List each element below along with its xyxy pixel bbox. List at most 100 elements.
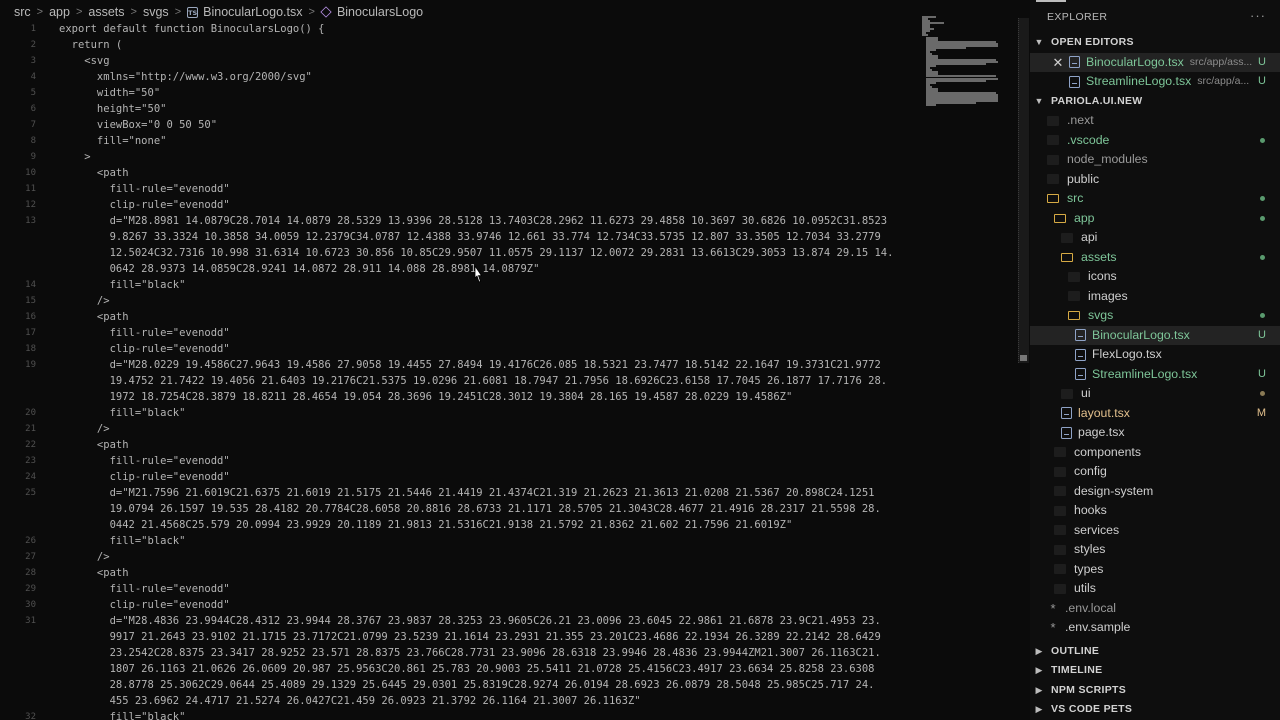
code-line[interactable]: 17 fill-rule="evenodd": [0, 325, 910, 341]
tree-folder-item[interactable]: utils: [1030, 579, 1280, 599]
code-line[interactable]: 19 d="M28.0229 19.4586C27.9643 19.4586 2…: [0, 357, 910, 373]
tree-folder-item[interactable]: assets: [1030, 248, 1280, 268]
tree-folder-item[interactable]: svgs: [1030, 306, 1280, 326]
code-line[interactable]: 30 clip-rule="evenodd": [0, 597, 910, 613]
breadcrumb-item-file[interactable]: BinocularLogo.tsx: [203, 5, 302, 19]
code-line[interactable]: 23.2542C28.8375 23.3417 28.9252 23.571 2…: [0, 645, 910, 661]
project-header[interactable]: ▼ PARIOLA.UI.NEW: [1030, 92, 1280, 112]
tree-folder-item[interactable]: hooks: [1030, 501, 1280, 521]
code-line[interactable]: 3 <svg: [0, 53, 910, 69]
tree-folder-item[interactable]: components: [1030, 443, 1280, 463]
tree-folder-item[interactable]: .next: [1030, 111, 1280, 131]
code-line[interactable]: 23 fill-rule="evenodd": [0, 453, 910, 469]
code-line[interactable]: 15 />: [0, 293, 910, 309]
more-actions-icon[interactable]: ···: [1250, 8, 1266, 23]
breadcrumb-item-assets[interactable]: assets: [88, 5, 124, 19]
code-text: 0442 21.4568C25.579 20.0994 23.9929 20.1…: [59, 518, 793, 531]
code-text: width="50": [59, 86, 161, 99]
code-line[interactable]: 1 export default function BinocularsLogo(…: [0, 21, 910, 37]
code-line[interactable]: 14 fill="black": [0, 277, 910, 293]
tree-folder-item[interactable]: icons: [1030, 267, 1280, 287]
tree-folder-item[interactable]: types: [1030, 560, 1280, 580]
code-line[interactable]: 1807 26.1163 21.0626 26.0609 20.987 25.9…: [0, 661, 910, 677]
code-line[interactable]: 5 width="50": [0, 85, 910, 101]
section-header-vs-code-pets[interactable]: ▶ VS CODE PETS: [1030, 700, 1280, 720]
code-line[interactable]: 12 clip-rule="evenodd": [0, 197, 910, 213]
code-line[interactable]: 20 fill="black": [0, 405, 910, 421]
tree-folder-item[interactable]: design-system: [1030, 482, 1280, 502]
code-text: 19.4752 21.7422 19.4056 21.6403 19.2176C…: [59, 374, 888, 387]
code-line[interactable]: 16 <path: [0, 309, 910, 325]
tree-file-item[interactable]: FlexLogo.tsx: [1030, 345, 1280, 365]
code-text: 9917 21.2643 23.9102 21.1715 23.7172C21.…: [59, 630, 881, 643]
tree-folder-item[interactable]: app: [1030, 209, 1280, 229]
section-header-outline[interactable]: ▶ OUTLINE: [1030, 642, 1280, 662]
code-line[interactable]: 9917 21.2643 23.9102 21.1715 23.7172C21.…: [0, 629, 910, 645]
tree-file-item[interactable]: page.tsx: [1030, 423, 1280, 443]
code-line[interactable]: 29 fill-rule="evenodd": [0, 581, 910, 597]
code-line[interactable]: 28 <path: [0, 565, 910, 581]
tree-folder-item[interactable]: services: [1030, 521, 1280, 541]
tree-folder-item[interactable]: config: [1030, 462, 1280, 482]
code-line[interactable]: 4 xmlns="http://www.w3.org/2000/svg": [0, 69, 910, 85]
code-area[interactable]: 1 export default function BinocularsLogo(…: [0, 21, 910, 720]
tree-file-item[interactable]: BinocularLogo.tsx U: [1030, 325, 1280, 345]
code-line[interactable]: 1972 18.7254C28.3879 18.8211 28.4654 19.…: [0, 389, 910, 405]
code-line[interactable]: 8 fill="none": [0, 133, 910, 149]
code-line[interactable]: 0642 28.9373 14.0859C28.9241 14.0872 28.…: [0, 261, 910, 277]
tree-folder-item[interactable]: ui: [1030, 384, 1280, 404]
code-line[interactable]: 28.8778 25.3062C29.0644 25.4089 29.1329 …: [0, 677, 910, 693]
section-header-timeline[interactable]: ▶ TIMELINE: [1030, 661, 1280, 681]
code-line[interactable]: 24 clip-rule="evenodd": [0, 469, 910, 485]
open-editor-binocular[interactable]: ✕ BinocularLogo.tsx src/app/ass... U: [1030, 52, 1280, 73]
tree-file-item[interactable]: StreamlineLogo.tsx U: [1030, 365, 1280, 385]
tree-folder-item[interactable]: src: [1030, 189, 1280, 209]
code-line[interactable]: 455 23.6962 24.4717 21.5274 26.0427C21.4…: [0, 693, 910, 709]
scrollbar-grip[interactable]: [1020, 355, 1027, 361]
code-line[interactable]: 11 fill-rule="evenodd": [0, 181, 910, 197]
minimap[interactable]: [920, 16, 1020, 108]
code-line[interactable]: 19.0794 26.1597 19.535 28.4182 20.7784C2…: [0, 501, 910, 517]
code-line[interactable]: 31 d="M28.4836 23.9944C28.4312 23.9944 2…: [0, 613, 910, 629]
code-line[interactable]: 22 <path: [0, 437, 910, 453]
breadcrumb-item-symbol[interactable]: BinocularsLogo: [337, 5, 423, 19]
tree-file-item[interactable]: * .env.local: [1030, 599, 1280, 619]
code-line[interactable]: 25 d="M21.7596 21.6019C21.6375 21.6019 2…: [0, 485, 910, 501]
code-line[interactable]: 12.5024C32.7316 10.998 31.6314 10.6723 3…: [0, 245, 910, 261]
tree-folder-item[interactable]: api: [1030, 228, 1280, 248]
code-line[interactable]: 6 height="50": [0, 101, 910, 117]
tree-folder-item[interactable]: .vscode: [1030, 131, 1280, 151]
close-icon[interactable]: ✕: [1052, 53, 1064, 73]
tree-folder-item[interactable]: styles: [1030, 540, 1280, 560]
line-number: [0, 261, 36, 277]
code-line[interactable]: 0442 21.4568C25.579 20.0994 23.9929 20.1…: [0, 517, 910, 533]
editor-scrollbar[interactable]: [1018, 18, 1029, 363]
tree-folder-item[interactable]: images: [1030, 287, 1280, 307]
code-line[interactable]: 9 >: [0, 149, 910, 165]
code-line[interactable]: 7 viewBox="0 0 50 50": [0, 117, 910, 133]
code-line[interactable]: 18 clip-rule="evenodd": [0, 341, 910, 357]
code-line[interactable]: 21 />: [0, 421, 910, 437]
code-line[interactable]: 10 <path: [0, 165, 910, 181]
folder-open-icon: [1061, 252, 1073, 262]
tree-file-item[interactable]: layout.tsx M: [1030, 404, 1280, 424]
tree-folder-item[interactable]: node_modules: [1030, 150, 1280, 170]
open-editors-header[interactable]: ▼ OPEN EDITORS: [1030, 33, 1280, 53]
breadcrumb-item-app[interactable]: app: [49, 5, 70, 19]
code-line[interactable]: 19.4752 21.7422 19.4056 21.6403 19.2176C…: [0, 373, 910, 389]
section-header-npm-scripts[interactable]: ▶ NPM SCRIPTS: [1030, 681, 1280, 701]
code-line[interactable]: 2 return (: [0, 37, 910, 53]
breadcrumb-item-svgs[interactable]: svgs: [143, 5, 169, 19]
tree-folder-item[interactable]: public: [1030, 170, 1280, 190]
code-line[interactable]: 13 d="M28.8981 14.0879C28.7014 14.0879 2…: [0, 213, 910, 229]
editor-pane[interactable]: src > app > assets > svgs > TS Binocular…: [0, 0, 1030, 720]
tree-file-item[interactable]: * .env.sample: [1030, 618, 1280, 638]
code-line[interactable]: 32 fill="black": [0, 709, 910, 720]
code-line[interactable]: 26 fill="black": [0, 533, 910, 549]
breadcrumb-item-src[interactable]: src: [14, 5, 31, 19]
open-editor-streamline[interactable]: StreamlineLogo.tsx src/app/a... U: [1030, 72, 1280, 92]
code-line[interactable]: 27 />: [0, 549, 910, 565]
code-line[interactable]: 9.8267 33.3324 10.3858 34.0059 12.2379C3…: [0, 229, 910, 245]
typescript-file-icon: [1069, 75, 1080, 88]
code-text: fill-rule="evenodd": [59, 326, 230, 339]
